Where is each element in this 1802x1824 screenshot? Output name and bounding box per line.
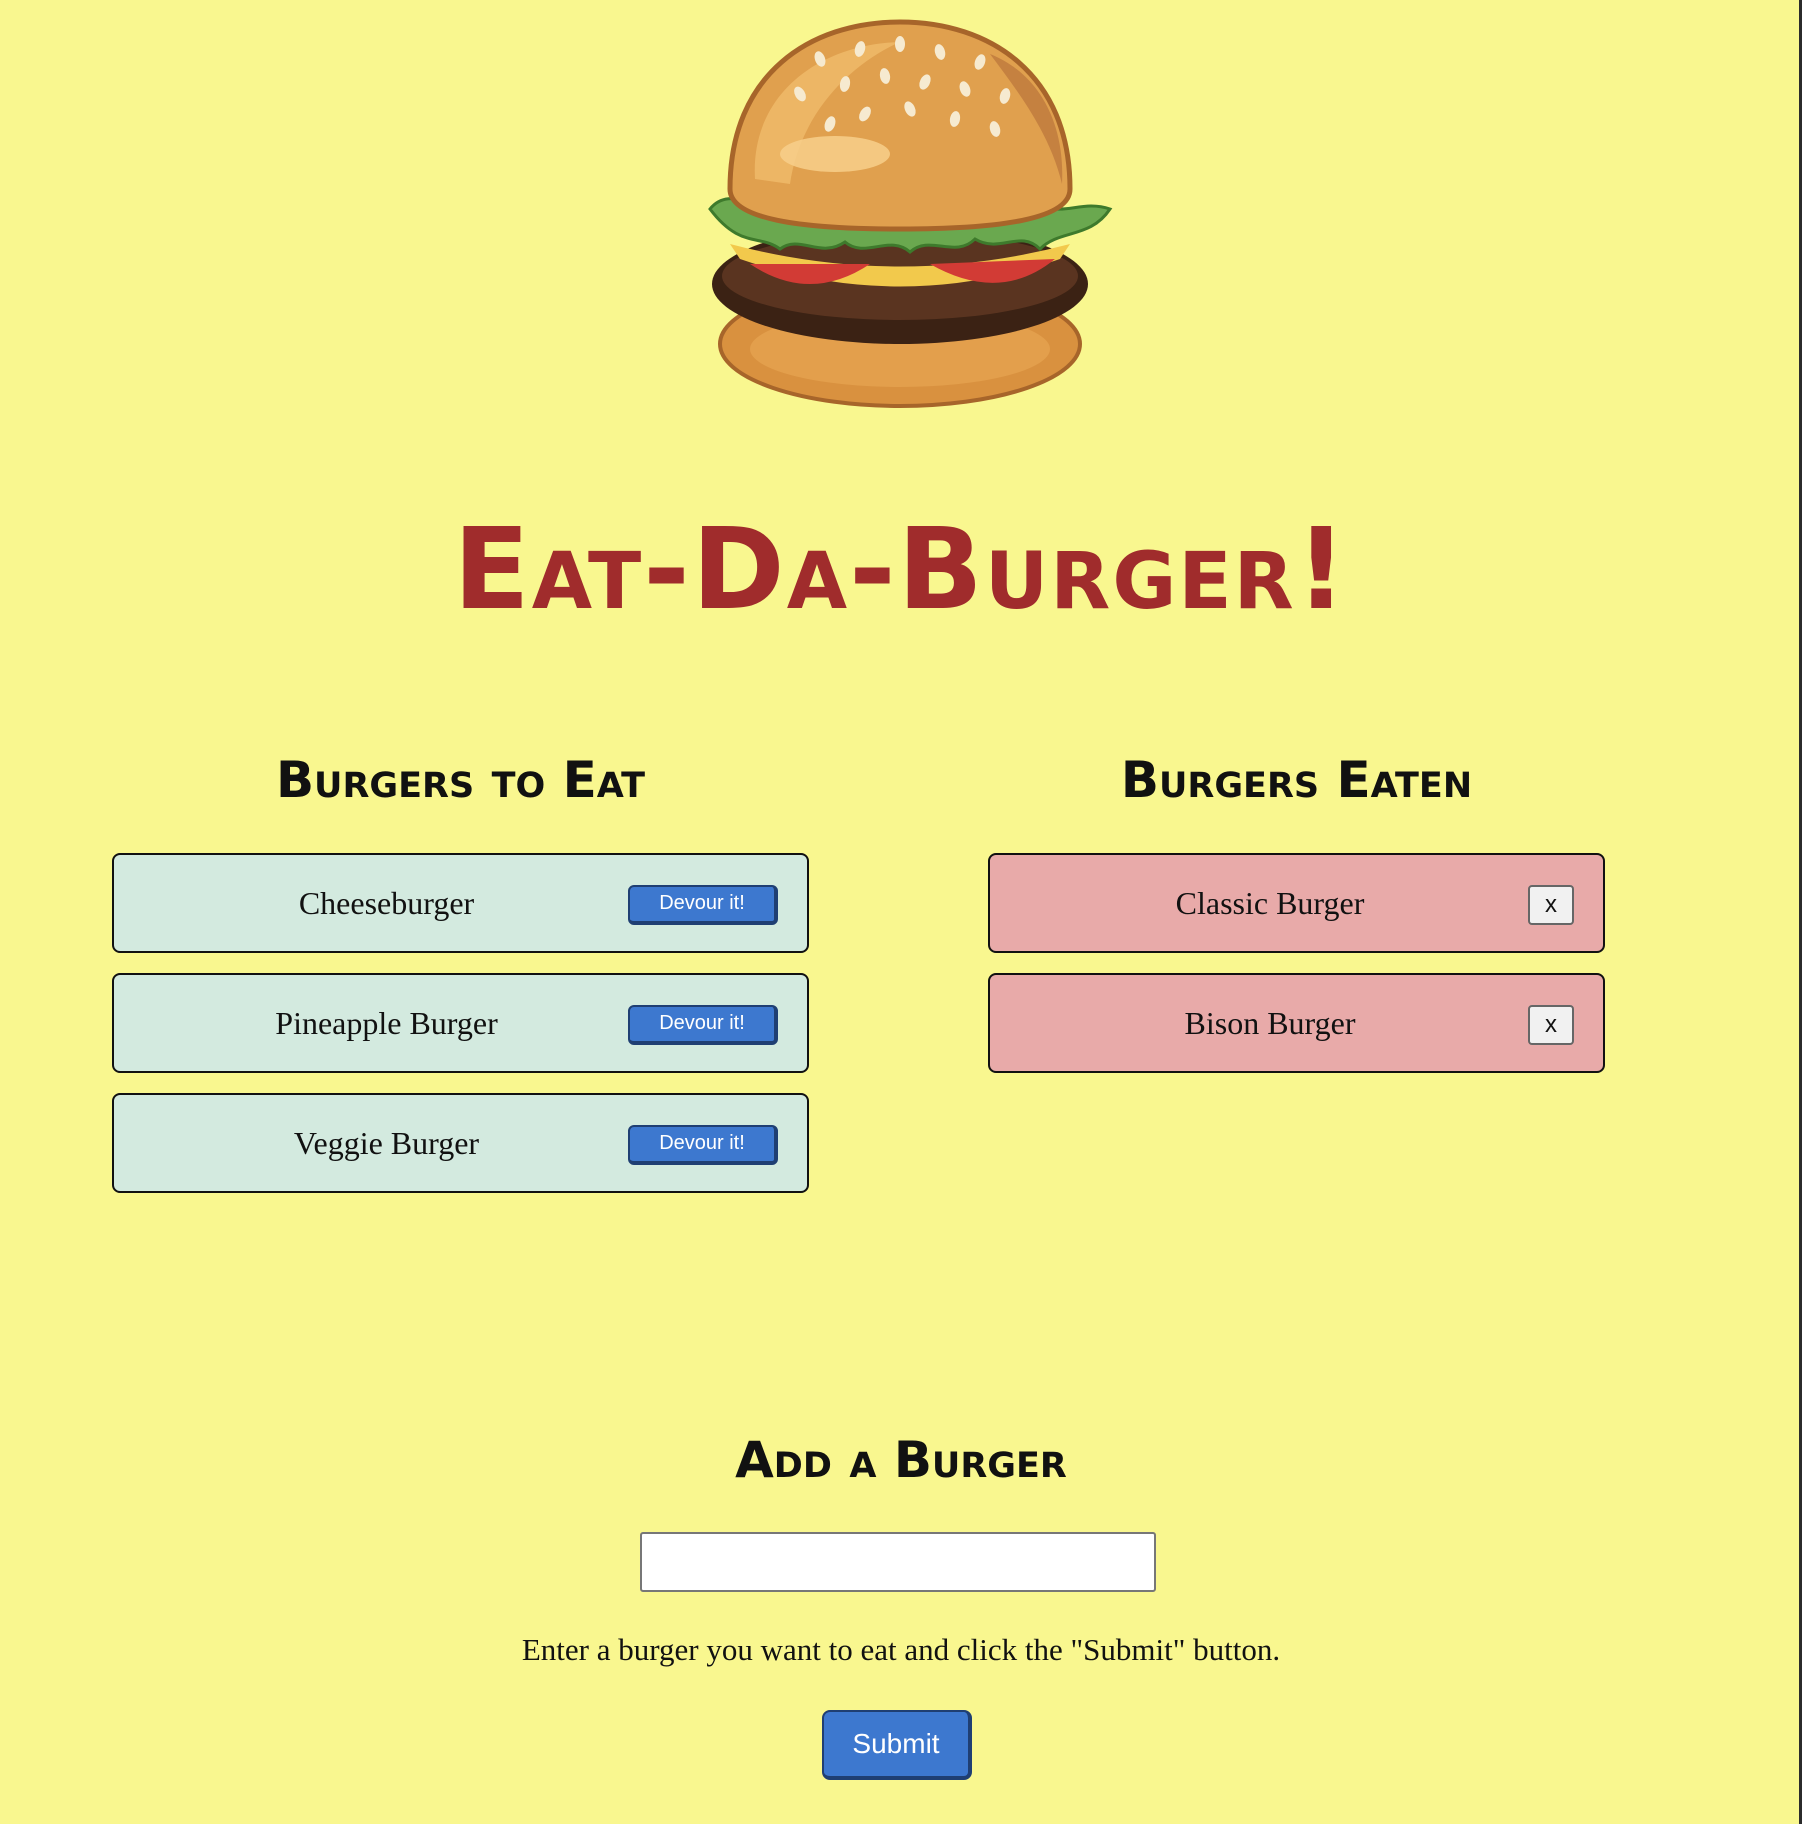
submit-button[interactable]: Submit	[822, 1710, 972, 1780]
burger-to-eat-card: Veggie Burger Devour it!	[112, 1093, 809, 1193]
devour-button[interactable]: Devour it!	[628, 1005, 778, 1045]
burger-name: Bison Burger	[1184, 1005, 1356, 1041]
burger-name: Classic Burger	[1175, 885, 1365, 921]
burger-icon	[708, 19, 1113, 408]
burger-name: Pineapple Burger	[275, 1005, 498, 1041]
devour-button[interactable]: Devour it!	[628, 885, 778, 925]
burger-name: Cheeseburger	[298, 885, 475, 921]
burger-name: Veggie Burger	[293, 1125, 480, 1161]
add-burger-heading: Add a Burger	[735, 1431, 1067, 1489]
page-title: Eat-Da-Burger!	[453, 505, 1349, 635]
burger-eaten-card: Bison Burger x	[988, 973, 1605, 1073]
add-burger-instructions: Enter a burger you want to eat and click…	[521, 1632, 1281, 1667]
delete-button[interactable]: x	[1528, 1005, 1574, 1045]
burger-eaten-card: Classic Burger x	[988, 853, 1605, 953]
delete-button[interactable]: x	[1528, 885, 1574, 925]
burgers-to-eat-heading: Burgers to Eat	[275, 751, 646, 809]
burgers-eaten-heading: Burgers Eaten	[1120, 751, 1473, 809]
burger-name-input[interactable]	[640, 1532, 1156, 1592]
devour-button[interactable]: Devour it!	[628, 1125, 778, 1165]
burger-to-eat-card: Pineapple Burger Devour it!	[112, 973, 809, 1073]
burger-to-eat-card: Cheeseburger Devour it!	[112, 853, 809, 953]
